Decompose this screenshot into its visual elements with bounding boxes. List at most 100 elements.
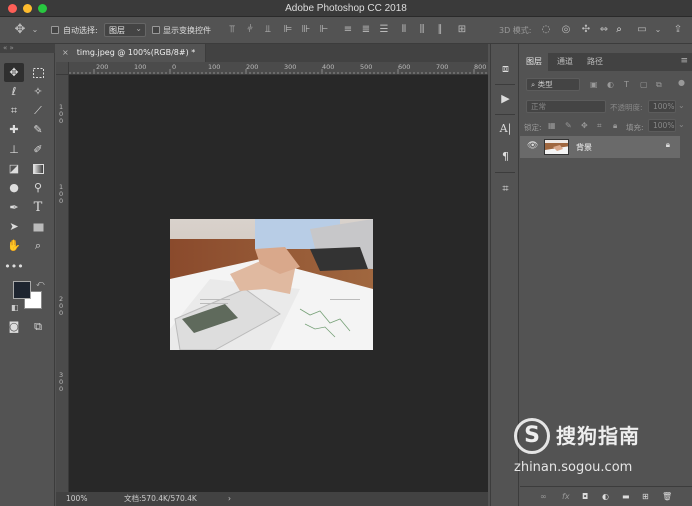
gradient-tool-icon[interactable]	[28, 159, 48, 178]
workspace-icon[interactable]: ▭	[636, 24, 648, 36]
chevron-down-icon[interactable]: ⌄	[652, 24, 664, 36]
move-tool-preset-icon[interactable]: ✥	[14, 23, 26, 36]
quick-mask-icon[interactable]: ◙	[4, 317, 24, 336]
new-layer-icon[interactable]: ⊞	[642, 492, 649, 501]
link-layers-icon[interactable]: ∞	[540, 492, 547, 501]
zoom-tool-icon[interactable]: ⌕	[28, 236, 48, 255]
filter-type-icon[interactable]: T	[624, 80, 629, 89]
lasso-tool-icon[interactable]: ℓ	[4, 82, 24, 101]
fill-input[interactable]: 100%	[648, 119, 676, 132]
distribute-hcenter-icon[interactable]: ⫼	[416, 24, 428, 36]
show-transform-label: 显示变换控件	[163, 26, 211, 35]
eye-icon[interactable]: 👁︎	[527, 141, 538, 151]
filter-toggle-icon[interactable]: ●	[678, 78, 685, 87]
canvas-area[interactable]	[69, 75, 488, 492]
tab-layers[interactable]: 图层	[520, 53, 548, 71]
slide-3d-icon[interactable]: ⇔	[598, 24, 610, 36]
crop-panel-icon[interactable]: ⌗	[497, 180, 514, 197]
align-bottom-icon[interactable]: ⫫	[262, 24, 274, 36]
new-group-icon[interactable]: ▬	[622, 492, 630, 501]
tab-channels[interactable]: 通道	[551, 53, 579, 71]
magic-wand-tool-icon[interactable]: ✧	[28, 82, 48, 101]
history-brush-tool-icon[interactable]: ✐	[28, 140, 48, 159]
chevron-down-icon[interactable]: ⌄	[678, 101, 685, 110]
paragraph-panel-icon[interactable]: ¶	[497, 148, 514, 165]
path-selection-tool-icon[interactable]: ➤	[4, 217, 24, 236]
hand-tool-icon[interactable]: ✋	[4, 236, 24, 255]
auto-select-checkbox[interactable]	[51, 25, 59, 34]
align-vcenter-icon[interactable]: ⫩	[244, 24, 256, 36]
brush-tool-icon[interactable]: ✎	[28, 120, 48, 139]
distribute-vcenter-icon[interactable]: ≣	[360, 24, 372, 36]
show-transform-checkbox[interactable]	[152, 25, 160, 34]
close-tab-icon[interactable]: ×	[62, 48, 69, 57]
lock-transparent-icon[interactable]: ▦	[548, 121, 556, 130]
status-bar: 100% 文档:570.4K/570.4K ›	[56, 492, 488, 506]
lock-all-icon[interactable]: 🔒︎	[613, 121, 617, 131]
pan-3d-icon[interactable]: ✣	[580, 24, 592, 36]
document-tab[interactable]: × timg.jpeg @ 100%(RGB/8#) *	[56, 44, 206, 62]
crop-tool-icon[interactable]: ⌗	[4, 101, 24, 120]
search-icon[interactable]: ⌕	[613, 24, 625, 36]
trash-icon[interactable]: 🗑︎	[662, 492, 672, 501]
filter-smart-object-icon[interactable]: ⧉	[656, 80, 662, 90]
auto-align-icon[interactable]: ⊞	[456, 24, 468, 36]
healing-brush-tool-icon[interactable]: ✚	[4, 120, 24, 139]
layer-row[interactable]: 👁︎ 背景 🔒︎	[520, 136, 680, 158]
distribute-left-icon[interactable]: ⦀	[398, 24, 410, 36]
clone-stamp-tool-icon[interactable]: ⊥	[4, 140, 24, 159]
layer-filter-dropdown[interactable]: ⌕ 类型	[526, 78, 580, 91]
ruler-ticks	[57, 69, 487, 74]
eyedropper-tool-icon[interactable]: ⟋	[28, 101, 48, 120]
roll-3d-icon[interactable]: ◎	[560, 24, 572, 36]
ruler-origin[interactable]	[56, 62, 69, 75]
auto-select-dropdown[interactable]: 图层 ⌄	[104, 23, 146, 37]
blend-mode-dropdown[interactable]: 正常	[526, 100, 606, 113]
character-panel-icon[interactable]: A|	[497, 120, 514, 137]
dodge-tool-icon[interactable]: ⚲	[28, 178, 48, 197]
distribute-bottom-icon[interactable]: ☰	[378, 24, 390, 36]
title-bar: Adobe Photoshop CC 2018	[0, 0, 692, 17]
eraser-tool-icon[interactable]: ◪	[4, 159, 24, 178]
default-colors-icon[interactable]: ◧	[11, 303, 19, 312]
distribute-right-icon[interactable]: ∥	[434, 24, 446, 36]
add-mask-icon[interactable]: ◘	[582, 492, 588, 501]
swap-colors-icon[interactable]: ⤺	[36, 279, 45, 289]
tab-paths[interactable]: 路径	[581, 53, 609, 71]
pen-tool-icon[interactable]: ✒	[4, 198, 24, 217]
blur-tool-icon[interactable]: ●	[4, 178, 24, 197]
horizontal-ruler[interactable]: 200 100 0 100 200 300 400 500 600 700 80…	[56, 62, 488, 75]
filter-adjustment-icon[interactable]: ◐	[607, 80, 614, 89]
distribute-top-icon[interactable]: ≡	[342, 24, 354, 36]
chevron-down-icon[interactable]: ⌄	[29, 24, 41, 36]
move-tool-icon[interactable]: ✥	[4, 63, 24, 82]
play-icon[interactable]: ▶	[497, 90, 514, 107]
align-left-icon[interactable]: ⊫	[282, 24, 294, 36]
new-adjustment-icon[interactable]: ◐	[602, 492, 609, 501]
rotate-3d-icon[interactable]: ◌	[540, 24, 552, 36]
chevron-down-icon[interactable]: ⌄	[678, 120, 685, 129]
panel-menu-icon[interactable]: ≡	[680, 56, 688, 66]
filter-shape-icon[interactable]: ▢	[640, 80, 648, 89]
foreground-color-swatch[interactable]	[13, 281, 31, 299]
more-tools-icon[interactable]: •••	[4, 257, 24, 276]
lock-position-icon[interactable]: ✥	[581, 121, 588, 130]
lock-image-icon[interactable]: ✎	[565, 121, 572, 130]
align-right-icon[interactable]: ⊩	[318, 24, 330, 36]
type-tool-icon[interactable]: T	[28, 198, 48, 217]
marquee-tool-icon[interactable]	[28, 63, 48, 82]
share-icon[interactable]: ⇪	[672, 24, 684, 36]
puzzle-icon[interactable]: ⧈	[497, 60, 514, 77]
align-hcenter-icon[interactable]: ⊪	[300, 24, 312, 36]
filter-pixel-icon[interactable]: ▣	[590, 80, 598, 89]
align-top-icon[interactable]: ⫪	[226, 24, 238, 36]
rectangle-tool-icon[interactable]	[28, 217, 48, 236]
chevron-right-icon[interactable]: ›	[228, 492, 231, 506]
lock-artboard-icon[interactable]: ⌗	[597, 121, 602, 131]
opacity-input[interactable]: 100%	[648, 100, 676, 113]
zoom-level[interactable]: 100%	[66, 492, 87, 506]
screen-mode-icon[interactable]: ⧉	[28, 317, 48, 336]
vertical-ruler[interactable]: 1 0 0 1 0 0 2 0 0 3 0 0	[56, 75, 69, 492]
toolbar-collapse-strip[interactable]: « »	[0, 44, 55, 53]
fx-icon[interactable]: fx	[562, 492, 570, 501]
